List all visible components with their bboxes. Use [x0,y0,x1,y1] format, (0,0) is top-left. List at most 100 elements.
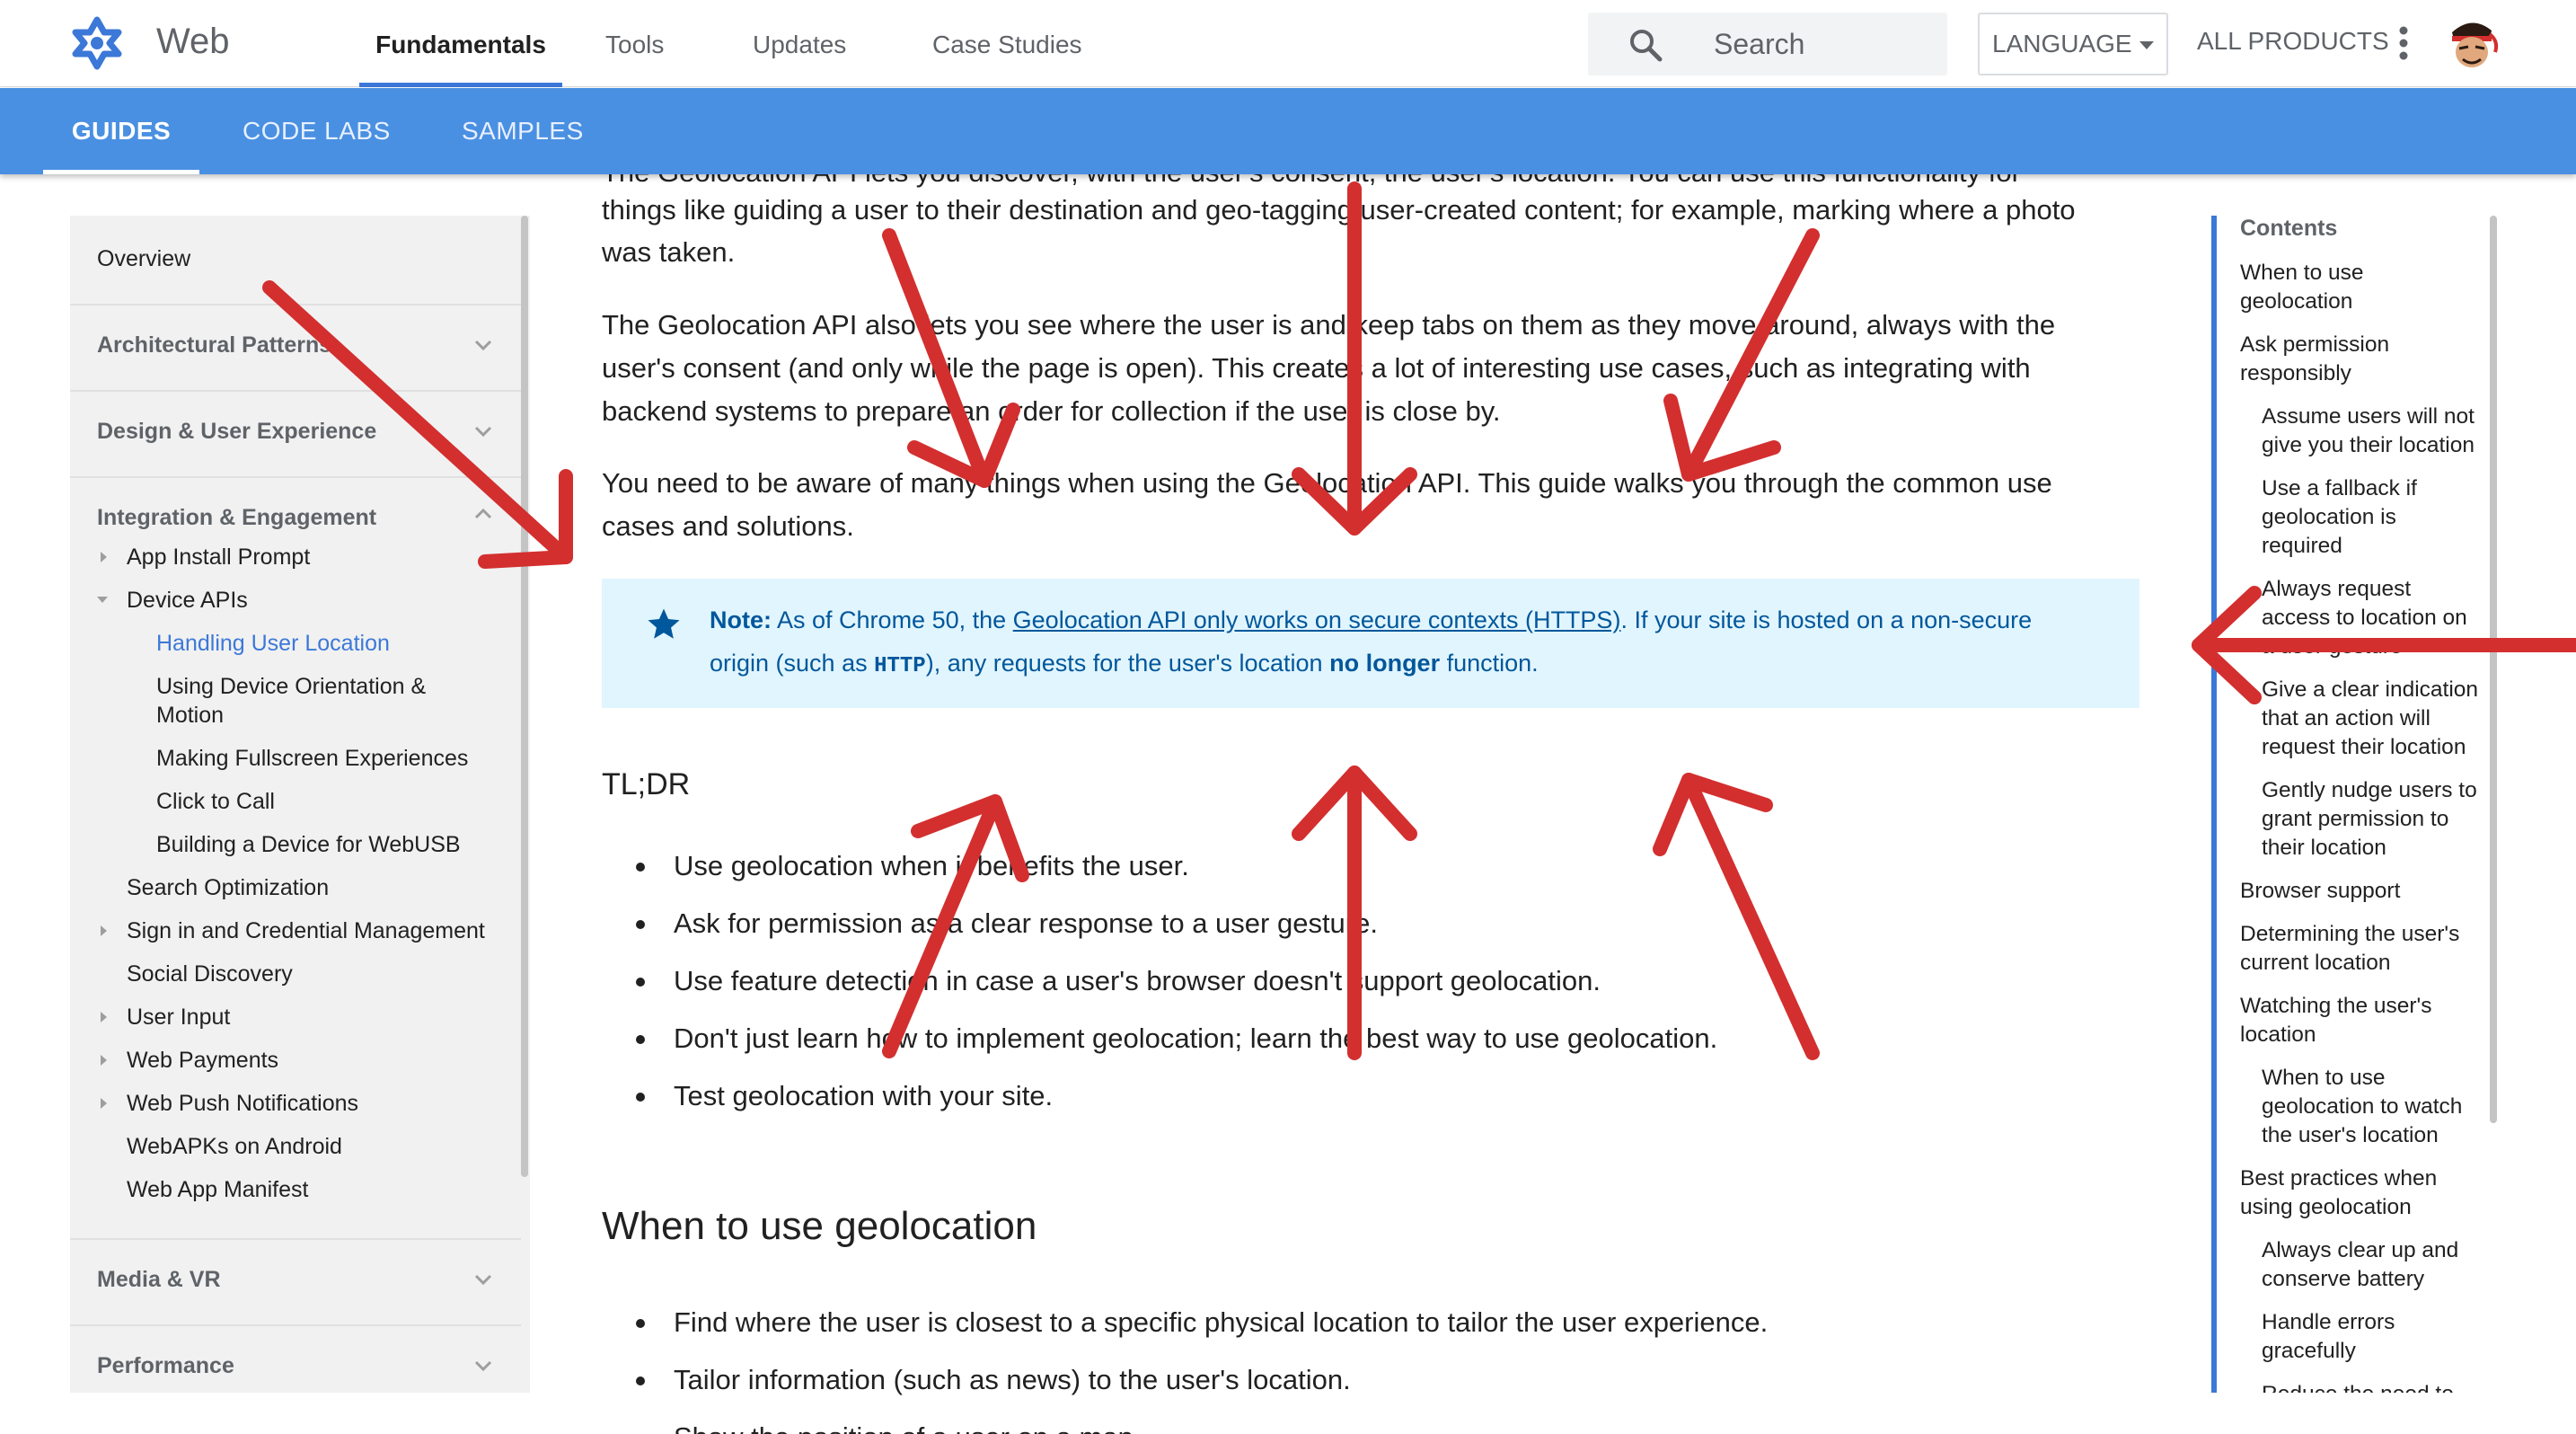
sidebar-item-webusb[interactable]: Building a Device for WebUSB [156,830,461,859]
chevron-down-icon[interactable] [474,1357,492,1375]
star-icon [648,608,680,639]
toc-item[interactable]: conserve battery [2262,1265,2424,1294]
expand-arrow-icon[interactable] [101,1012,107,1022]
sidebar-section-design-ux[interactable]: Design & User Experience [70,419,521,445]
toc-item[interactable]: When to use [2240,259,2364,288]
sidebar-item-web-app-manifest[interactable]: Web App Manifest [127,1175,308,1204]
tab-case-studies[interactable]: Case Studies [932,0,1082,87]
toc-item[interactable]: required [2262,532,2342,561]
more-vert-icon[interactable] [2398,25,2409,61]
toc-item[interactable]: that an action will [2262,704,2430,733]
expand-arrow-icon[interactable] [101,552,107,562]
toc-item[interactable]: location [2240,1021,2316,1049]
web-fundamentals-logo-icon[interactable] [68,14,126,72]
sidebar-item-web-push[interactable]: Web Push Notifications [127,1089,358,1118]
toc-item[interactable]: Give a clear indication [2262,676,2478,704]
toc-item[interactable]: Use a fallback if [2262,474,2417,503]
sidebar-section-performance[interactable]: Performance [70,1353,521,1379]
toc-item[interactable]: Always clear up and [2262,1236,2458,1265]
toc-item[interactable]: Browser support [2240,877,2400,906]
toc-scrollbar[interactable] [2490,216,2497,1123]
sidebar-item-search-optimization[interactable]: Search Optimization [127,873,329,902]
paragraph-tracking-line2: user's consent (and only while the page … [602,352,2031,384]
sidebar-item-device-apis[interactable]: Device APIs [127,586,248,615]
toc-item[interactable]: Determining the user's [2240,920,2459,949]
tab-guides[interactable]: GUIDES [43,88,199,174]
toc-item[interactable]: access to location on [2262,604,2467,633]
toc-item[interactable]: their location [2262,834,2386,863]
sidebar-section-integration-engagement[interactable]: Integration & Engagement [70,505,521,531]
toc-item[interactable]: geolocation is [2262,503,2396,532]
collapse-arrow-icon[interactable] [97,597,108,603]
toc-item[interactable]: geolocation [2240,288,2352,316]
divider [70,1324,521,1326]
sidebar-section-media-vr[interactable]: Media & VR [70,1267,521,1293]
search-box[interactable] [1588,13,1947,75]
sidebar-item-overview[interactable]: Overview [70,246,521,272]
search-icon[interactable] [1628,27,1663,63]
sidebar-item-click-to-call[interactable]: Click to Call [156,787,275,816]
toc-item[interactable]: Assume users will not [2262,403,2475,431]
sidebar-item-app-install-prompt[interactable]: App Install Prompt [127,543,310,571]
sidebar-item-user-input[interactable]: User Input [127,1003,230,1031]
toc-item[interactable]: using geolocation [2240,1193,2412,1222]
toc-item[interactable]: Best practices when [2240,1164,2437,1193]
toc-item[interactable]: Watching the user's [2240,992,2431,1021]
note-line2-after: function. [1440,650,1539,677]
sidebar-item-webapks[interactable]: WebAPKs on Android [127,1132,342,1161]
tab-samples[interactable]: SAMPLES [462,88,584,174]
toc-item[interactable]: responsibly [2240,359,2351,388]
toc-item[interactable]: grant permission to [2262,805,2448,834]
tab-fundamentals[interactable]: Fundamentals [359,0,562,87]
toc-item[interactable]: geolocation to watch [2262,1093,2462,1121]
toc-item[interactable]: Handle errors [2262,1308,2395,1337]
chevron-down-icon[interactable] [474,1270,492,1288]
toc-item[interactable]: give you their location [2262,431,2475,460]
paragraph-guide-line1: You need to be aware of many things when… [602,467,2052,499]
chevron-down-icon[interactable] [474,336,492,354]
site-name[interactable]: Web [156,22,230,62]
toc-item[interactable]: When to use [2262,1064,2386,1093]
paragraph-intro-line1: things like guiding a user to their dest… [602,194,2076,226]
paragraph-tracking-line3: backend systems to prepare an order for … [602,395,1501,427]
toc-item[interactable]: request their location [2262,733,2466,762]
article-content: The Geolocation API lets you discover, w… [602,144,2147,1434]
chevron-down-icon[interactable] [474,422,492,440]
sidebar-item-handling-user-location[interactable]: Handling User Location [156,629,390,658]
search-input[interactable] [1714,13,1929,75]
divider [70,390,521,392]
expand-arrow-icon[interactable] [101,1098,107,1109]
list-item: Use geolocation when it benefits the use… [636,850,1189,881]
sidebar-item-social-discovery[interactable]: Social Discovery [127,960,293,988]
toc-item[interactable]: Reduce the need to [2262,1380,2454,1393]
sidebar-scrollbar[interactable] [521,216,528,1177]
expand-arrow-icon[interactable] [101,1055,107,1066]
sidebar-section-architectural-patterns[interactable]: Architectural Patterns [70,332,521,358]
note-text-before: As of Chrome 50, the [772,606,1013,633]
toc-item[interactable]: gracefully [2262,1337,2356,1366]
note-code-http: HTTP [874,654,926,678]
toc-item[interactable]: Always request [2262,575,2411,604]
language-select[interactable]: LANGUAGE [1978,13,2168,75]
expand-arrow-icon[interactable] [101,925,107,936]
secure-contexts-link[interactable]: Geolocation API only works on secure con… [1013,606,1621,633]
tldr-heading: TL;DR [602,767,691,801]
dropdown-caret-icon [2139,41,2154,49]
sidebar-item-device-orientation-line2[interactable]: Motion [156,701,224,730]
chevron-up-icon[interactable] [474,505,492,523]
avatar[interactable] [2443,13,2501,75]
tab-tools[interactable]: Tools [605,0,664,87]
toc-item[interactable]: current location [2240,949,2391,978]
toc-item[interactable]: the user's location [2262,1121,2439,1150]
left-navigation: Overview Architectural Patterns Design &… [70,216,530,1393]
tab-updates[interactable]: Updates [753,0,846,87]
toc-item[interactable]: a user gesture [2262,633,2403,661]
sidebar-item-web-payments[interactable]: Web Payments [127,1046,278,1075]
sidebar-item-fullscreen[interactable]: Making Fullscreen Experiences [156,744,468,773]
all-products-button[interactable]: ALL PRODUCTS [2197,27,2389,56]
sidebar-item-sign-in[interactable]: Sign in and Credential Management [127,916,485,945]
tab-code-labs[interactable]: CODE LABS [243,88,391,174]
toc-item[interactable]: Ask permission [2240,331,2389,359]
sidebar-item-device-orientation[interactable]: Using Device Orientation & [156,672,426,701]
toc-item[interactable]: Gently nudge users to [2262,776,2477,805]
